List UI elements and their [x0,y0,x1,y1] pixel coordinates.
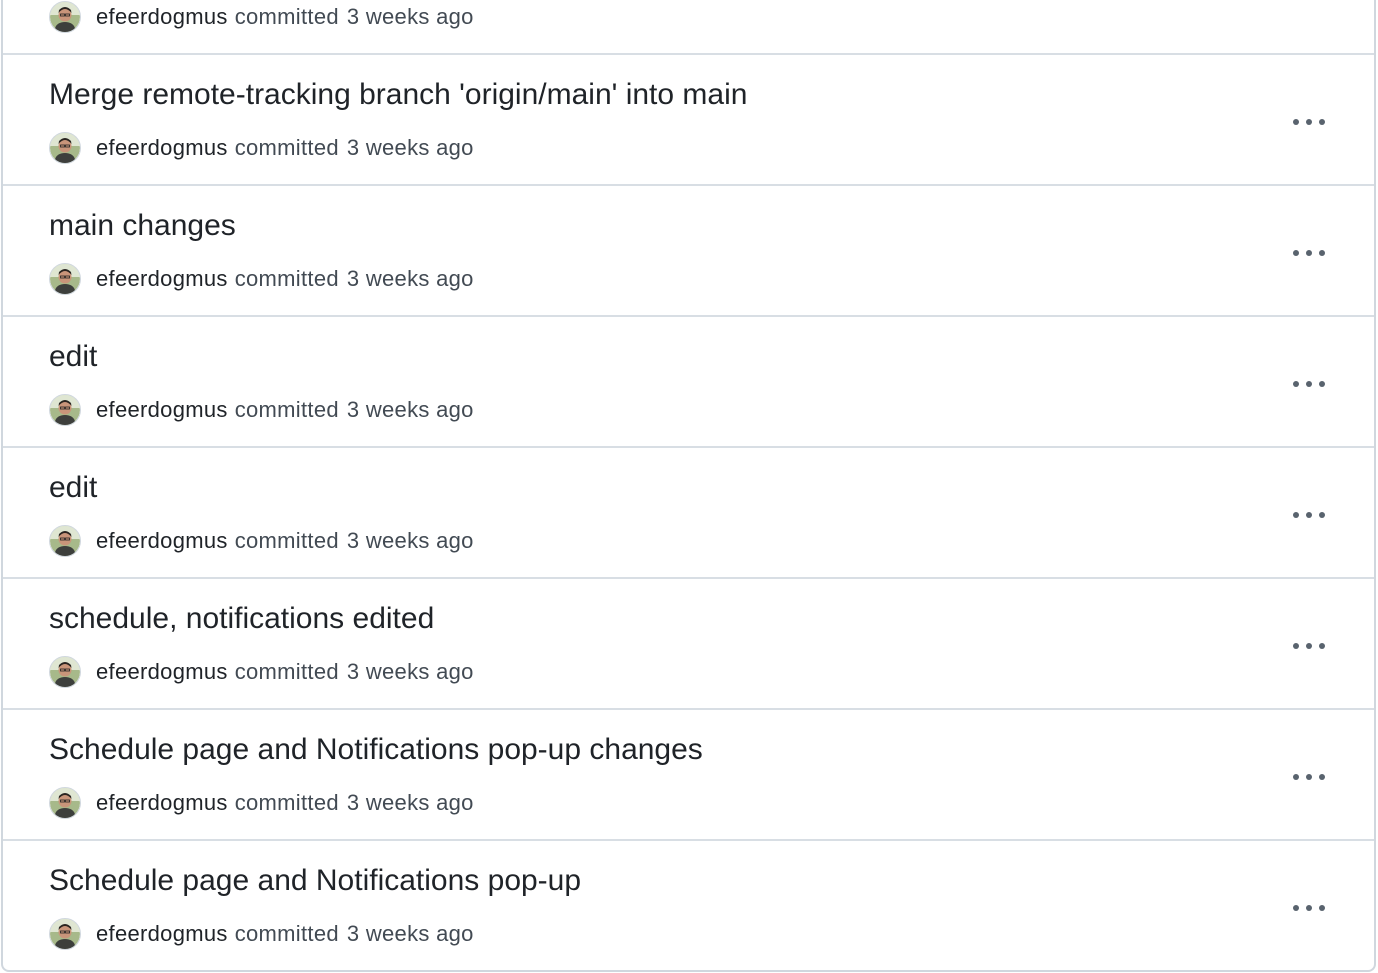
commit-author-link[interactable]: efeerdogmus [96,397,228,423]
commit-action-text: committed [234,528,339,553]
kebab-horizontal-icon [1293,512,1325,518]
commit-action-text: committed [234,790,339,815]
commit-action-text: committed [234,397,339,422]
kebab-horizontal-icon [1293,774,1325,780]
commit-author-link[interactable]: efeerdogmus [96,528,228,554]
author-avatar[interactable] [49,132,81,164]
commit-more-button[interactable] [1284,0,1334,8]
author-avatar[interactable] [49,656,81,688]
commit-row: Merge remote-tracking branch 'origin/mai… [3,55,1374,186]
commit-action-text: committed [234,4,339,29]
commit-meta: efeerdogmus committed 3 weeks ago [49,524,474,558]
commit-title-link[interactable]: schedule, notifications edited [49,601,434,637]
commit-more-button[interactable] [1284,105,1334,139]
author-avatar[interactable] [49,787,81,819]
commit-more-button[interactable] [1284,236,1334,270]
commit-meta: efeerdogmus committed 3 weeks ago [49,786,474,820]
commit-action-text: committed [234,659,339,684]
commit-row: edit efeerdogmus committed 3 weeks ago [3,317,1374,448]
kebab-horizontal-icon [1293,905,1325,911]
commit-time: 3 weeks ago [346,266,474,291]
commit-row: efeerdogmus committed 3 weeks ago [3,0,1374,55]
commit-meta: efeerdogmus committed 3 weeks ago [49,131,474,165]
commit-action-text: committed [234,921,339,946]
commit-title-link[interactable]: edit [49,339,97,375]
commit-meta: efeerdogmus committed 3 weeks ago [49,393,474,427]
commit-more-button[interactable] [1284,367,1334,401]
commit-author-link[interactable]: efeerdogmus [96,135,228,161]
commit-more-button[interactable] [1284,498,1334,532]
commit-action-text: committed [234,266,339,291]
author-avatar[interactable] [49,263,81,295]
commit-title-link[interactable]: Schedule page and Notifications pop-up [49,863,581,899]
commit-time: 3 weeks ago [346,135,474,160]
commit-time: 3 weeks ago [346,659,474,684]
commit-more-button[interactable] [1284,629,1334,663]
commit-title-link[interactable]: Merge remote-tracking branch 'origin/mai… [49,77,747,113]
commit-meta: efeerdogmus committed 3 weeks ago [49,0,474,34]
author-avatar[interactable] [49,918,81,950]
commit-title-link[interactable]: Schedule page and Notifications pop-up c… [49,732,703,768]
commit-author-link[interactable]: efeerdogmus [96,921,228,947]
author-avatar[interactable] [49,1,81,33]
commit-more-button[interactable] [1284,760,1334,794]
author-avatar[interactable] [49,394,81,426]
commit-row: main changes efeerdogmus committed 3 wee… [3,186,1374,317]
commit-list: efeerdogmus committed 3 weeks ago Merge … [1,0,1376,972]
commit-more-button[interactable] [1284,891,1334,925]
commit-time: 3 weeks ago [346,921,474,946]
kebab-horizontal-icon [1293,119,1325,125]
commit-meta: efeerdogmus committed 3 weeks ago [49,917,474,951]
commit-row: schedule, notifications edited efeerdogm… [3,579,1374,710]
kebab-horizontal-icon [1293,643,1325,649]
commit-time: 3 weeks ago [346,397,474,422]
commit-author-link[interactable]: efeerdogmus [96,266,228,292]
commit-meta: efeerdogmus committed 3 weeks ago [49,262,474,296]
commit-title-link[interactable]: main changes [49,208,236,244]
commit-time: 3 weeks ago [346,4,474,29]
commit-title-link[interactable]: edit [49,470,97,506]
commit-meta: efeerdogmus committed 3 weeks ago [49,655,474,689]
commit-time: 3 weeks ago [346,528,474,553]
commit-author-link[interactable]: efeerdogmus [96,790,228,816]
kebab-horizontal-icon [1293,381,1325,387]
author-avatar[interactable] [49,525,81,557]
commit-time: 3 weeks ago [346,790,474,815]
commit-row: Schedule page and Notifications pop-up c… [3,710,1374,841]
commit-row: Schedule page and Notifications pop-up e… [3,841,1374,970]
kebab-horizontal-icon [1293,250,1325,256]
commit-row: edit efeerdogmus committed 3 weeks ago [3,448,1374,579]
commit-author-link[interactable]: efeerdogmus [96,659,228,685]
commit-action-text: committed [234,135,339,160]
commit-author-link[interactable]: efeerdogmus [96,4,228,30]
